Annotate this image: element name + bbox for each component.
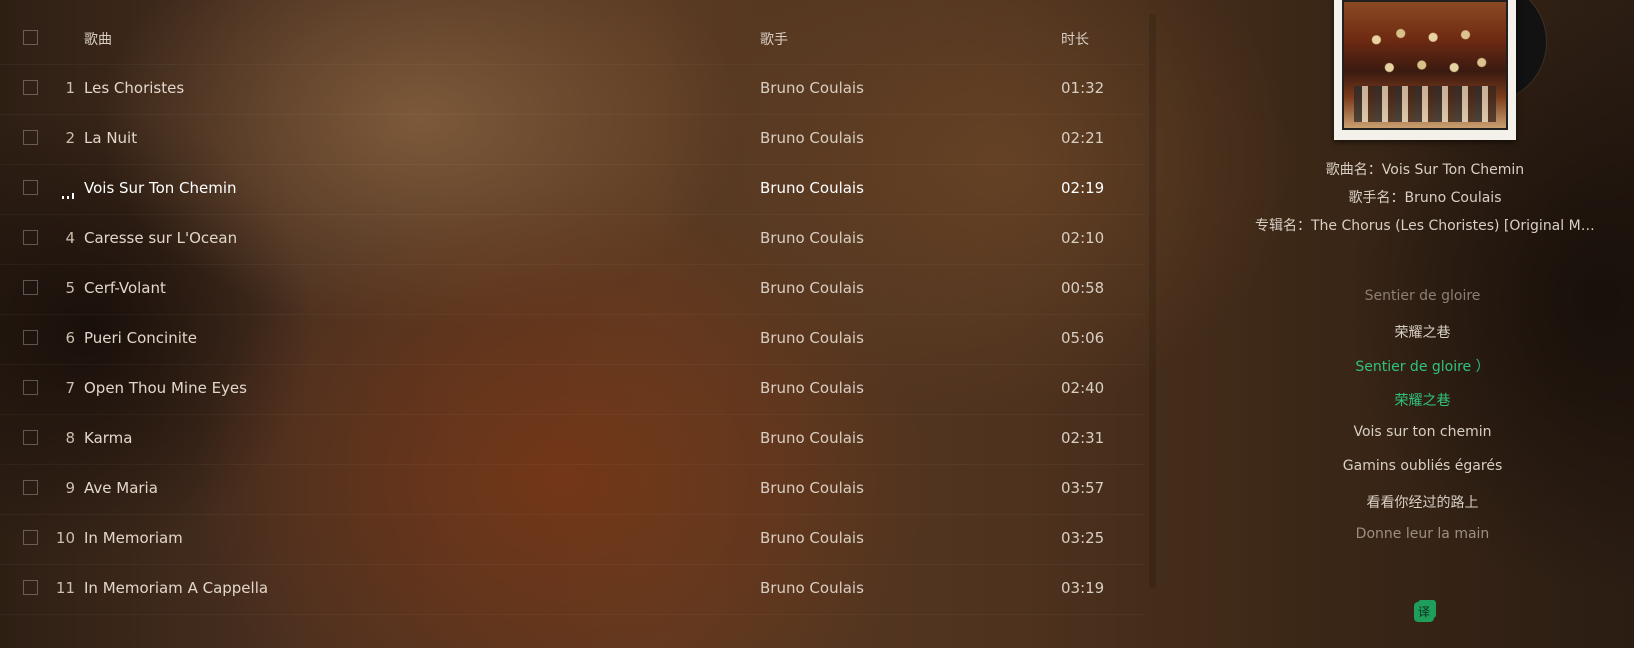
track-duration: 00:58 [1061, 279, 1105, 297]
lyric-line-current-translation: 荣耀之巷 [1394, 393, 1451, 409]
row-checkbox[interactable] [23, 330, 38, 345]
track-artist[interactable]: Bruno Coulais [760, 529, 864, 547]
track-title[interactable]: In Memoriam [84, 529, 183, 547]
row-checkbox[interactable] [23, 380, 38, 395]
track-duration: 02:21 [1061, 129, 1105, 147]
track-duration: 02:10 [1061, 229, 1105, 247]
table-row[interactable]: 2 La Nuit Bruno Coulais 02:21 [0, 114, 1145, 165]
track-title[interactable]: Ave Maria [84, 479, 158, 497]
track-duration: 05:06 [1061, 329, 1105, 347]
track-title[interactable]: In Memoriam A Cappella [84, 579, 268, 597]
track-title[interactable]: Vois Sur Ton Chemin [84, 179, 237, 197]
track-title[interactable]: Les Choristes [84, 79, 184, 97]
lyric-line: Sentier de gloire [1364, 288, 1481, 304]
row-checkbox[interactable] [23, 230, 38, 245]
track-number: 1 [65, 79, 75, 97]
track-artist[interactable]: Bruno Coulais [760, 279, 864, 297]
row-checkbox[interactable] [23, 180, 38, 195]
lyric-line: Donne leur la main [1355, 526, 1490, 542]
track-artist[interactable]: Bruno Coulais [760, 429, 864, 447]
track-artist[interactable]: Bruno Coulais [760, 79, 864, 97]
lyric-line: Vois sur ton chemin [1353, 424, 1492, 440]
now-playing-icon [62, 191, 74, 199]
song-list: 歌曲 歌手 时长 1 Les Choristes Bruno Coulais 0… [0, 14, 1150, 615]
table-row[interactable]: 9 Ave Maria Bruno Coulais 03:57 [0, 464, 1145, 515]
select-all-checkbox[interactable] [23, 30, 38, 45]
header-duration[interactable]: 时长 [1061, 29, 1089, 49]
row-checkbox[interactable] [23, 530, 38, 545]
track-artist[interactable]: Bruno Coulais [760, 479, 864, 497]
lyric-line: 荣耀之巷 [1394, 325, 1451, 341]
track-duration: 03:25 [1061, 529, 1105, 547]
track-number: 6 [65, 329, 75, 347]
track-duration: 01:32 [1061, 79, 1105, 97]
lyric-line: 看看你经过的路上 [1366, 495, 1479, 511]
track-duration: 02:31 [1061, 429, 1105, 447]
track-number: 5 [65, 279, 75, 297]
track-artist[interactable]: Bruno Coulais [760, 579, 864, 597]
track-title[interactable]: Karma [84, 429, 132, 447]
header-title[interactable]: 歌曲 [84, 29, 112, 49]
track-artist[interactable]: Bruno Coulais [760, 129, 864, 147]
track-duration: 03:19 [1061, 579, 1105, 597]
row-checkbox[interactable] [23, 130, 38, 145]
track-title[interactable]: Cerf-Volant [84, 279, 166, 297]
lyric-line-current: Sentier de gloire ） [1355, 359, 1490, 375]
album-art [1334, 0, 1546, 140]
track-duration: 03:57 [1061, 479, 1105, 497]
album-cover [1334, 0, 1516, 140]
table-row[interactable]: 8 Karma Bruno Coulais 02:31 [0, 414, 1145, 465]
track-duration: 02:19 [1061, 179, 1105, 197]
track-number: 11 [55, 579, 75, 597]
table-row[interactable]: 1 Les Choristes Bruno Coulais 01:32 [0, 64, 1145, 115]
track-number: 8 [65, 429, 75, 447]
singer-name-info[interactable]: 歌手名：Bruno Coulais [1240, 187, 1610, 207]
row-checkbox[interactable] [23, 580, 38, 595]
song-list-scrollbar[interactable] [1149, 14, 1156, 588]
row-checkbox[interactable] [23, 280, 38, 295]
track-artist[interactable]: Bruno Coulais [760, 179, 864, 197]
track-artist[interactable]: Bruno Coulais [760, 329, 864, 347]
row-checkbox[interactable] [23, 430, 38, 445]
row-checkbox[interactable] [23, 80, 38, 95]
table-row[interactable]: 5 Cerf-Volant Bruno Coulais 00:58 [0, 264, 1145, 315]
table-row[interactable]: 7 Open Thou Mine Eyes Bruno Coulais 02:4… [0, 364, 1145, 415]
track-number: 7 [65, 379, 75, 397]
track-number: 9 [65, 479, 75, 497]
table-row[interactable]: 11 In Memoriam A Cappella Bruno Coulais … [0, 564, 1145, 615]
album-cover-image [1342, 0, 1508, 130]
table-row[interactable]: 6 Pueri Concinite Bruno Coulais 05:06 [0, 314, 1145, 365]
track-number: 10 [55, 529, 75, 547]
table-row[interactable]: Vois Sur Ton Chemin Bruno Coulais 02:19 [0, 164, 1145, 215]
track-number: 2 [65, 129, 75, 147]
track-title[interactable]: Caresse sur L'Ocean [84, 229, 237, 247]
song-name-info: 歌曲名：Vois Sur Ton Chemin [1325, 162, 1525, 178]
track-title[interactable]: La Nuit [84, 129, 137, 147]
track-title[interactable]: Open Thou Mine Eyes [84, 379, 247, 397]
translate-button[interactable]: 译 [1414, 602, 1434, 622]
track-title[interactable]: Pueri Concinite [84, 329, 197, 347]
header-artist[interactable]: 歌手 [760, 29, 788, 49]
album-name-info[interactable]: 专辑名：The Chorus (Les Choristes) [Original… [1255, 215, 1600, 235]
track-number: 4 [65, 229, 75, 247]
table-header: 歌曲 歌手 时长 [0, 14, 1145, 65]
track-artist[interactable]: Bruno Coulais [760, 379, 864, 397]
table-row[interactable]: 4 Caresse sur L'Ocean Bruno Coulais 02:1… [0, 214, 1145, 265]
track-artist[interactable]: Bruno Coulais [760, 229, 864, 247]
table-row[interactable]: 10 In Memoriam Bruno Coulais 03:25 [0, 514, 1145, 565]
row-checkbox[interactable] [23, 480, 38, 495]
lyric-line: Gamins oubliés égarés [1342, 458, 1503, 474]
track-duration: 02:40 [1061, 379, 1105, 397]
